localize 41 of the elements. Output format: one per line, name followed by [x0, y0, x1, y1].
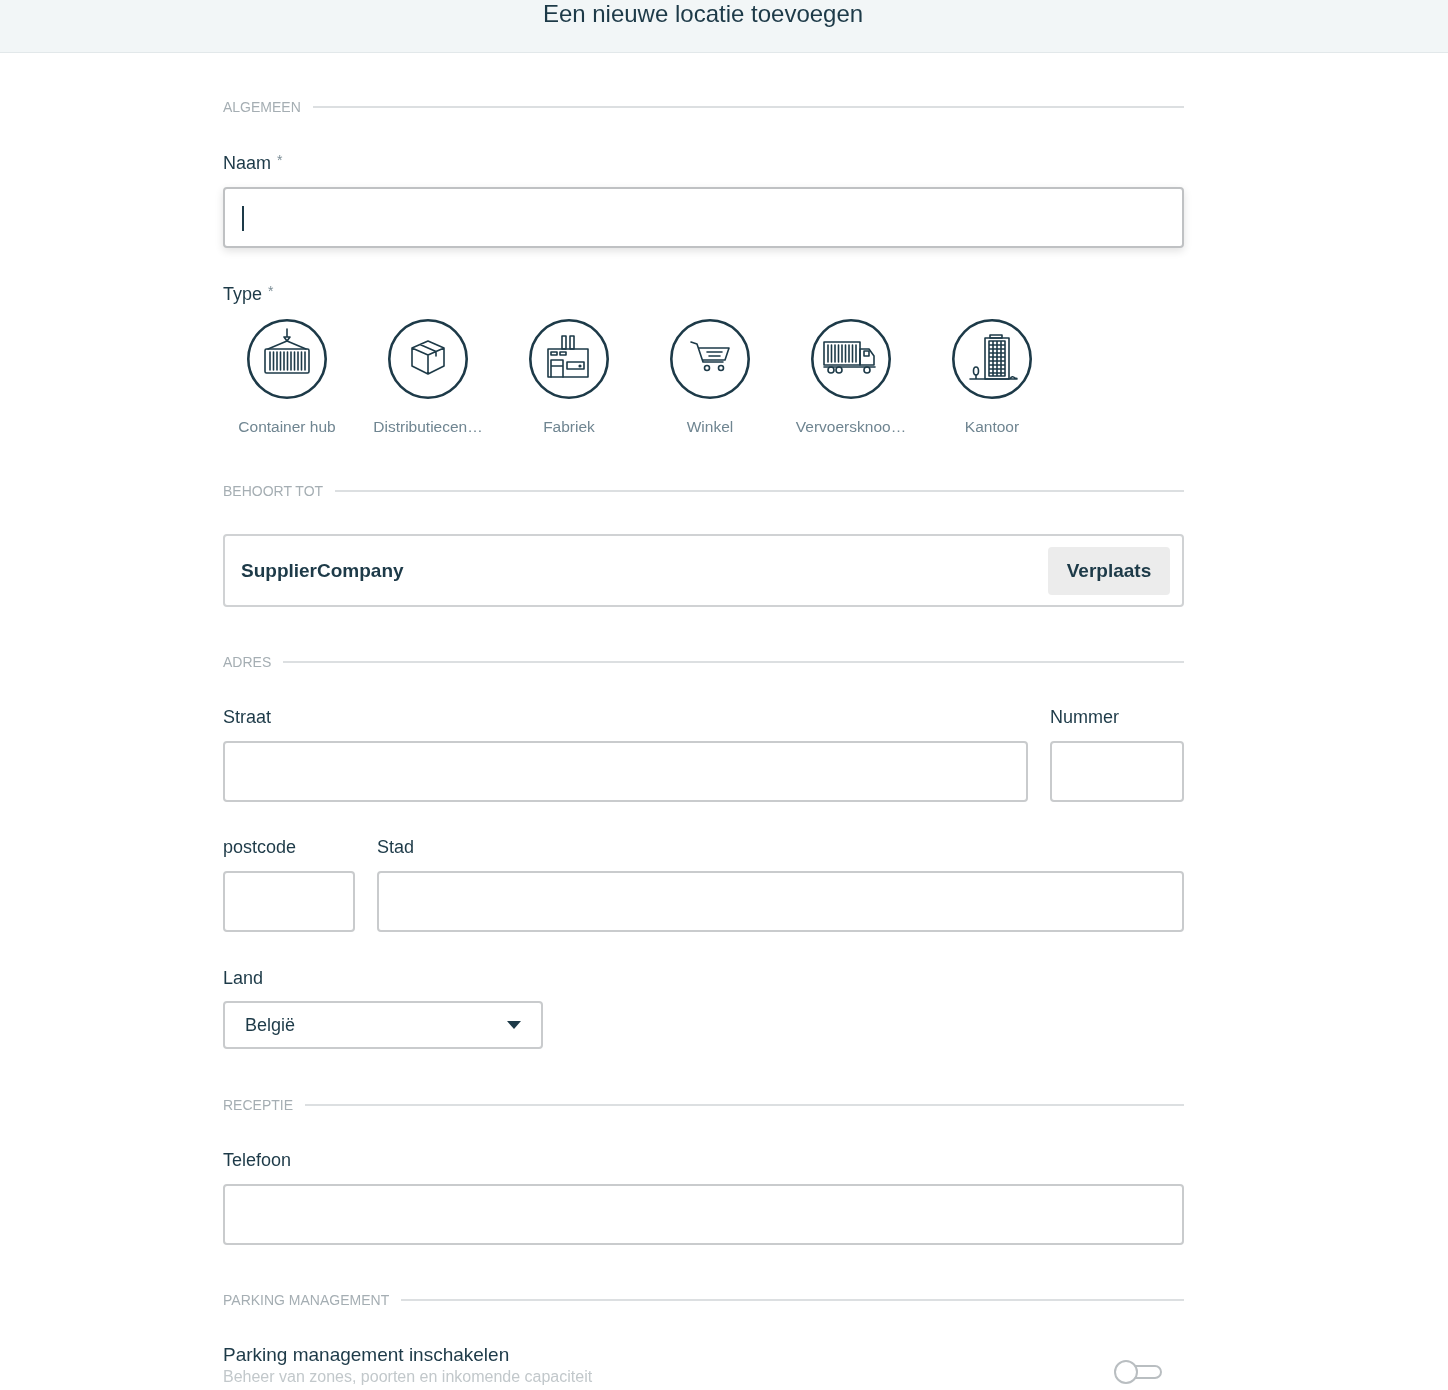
text-field[interactable] [223, 741, 1028, 802]
text-field[interactable] [1050, 741, 1184, 802]
shopping-cart-icon [670, 319, 750, 399]
office-building-icon [952, 319, 1032, 399]
field-label: postcode [223, 836, 297, 858]
type-option[interactable]: Fabriek [505, 319, 633, 438]
shipping-container-icon [247, 319, 327, 399]
phone-field[interactable] [223, 1184, 1184, 1245]
field-label: Type [223, 283, 263, 305]
field-label: Land [223, 967, 264, 989]
toggle-switch[interactable] [1114, 1360, 1162, 1384]
page-title: Een nieuwe locatie toevoegen [542, 0, 864, 28]
field-label: Naam [223, 152, 271, 174]
section-heading: BEHOORT TOT [223, 482, 324, 501]
required-mark: * [268, 283, 274, 299]
name-field[interactable] [223, 187, 1184, 248]
section-heading: ALGEMEEN [223, 98, 301, 117]
text-field[interactable] [377, 871, 1184, 932]
setting-label: Parking management inschakelen [223, 1344, 510, 1366]
text-field[interactable] [223, 871, 355, 932]
country-select[interactable]: België [223, 1001, 543, 1049]
setting-description: Beheer van zones, poorten en inkomende capaciteit [223, 1368, 593, 1386]
type-option[interactable]: Container hub [223, 319, 351, 438]
field-label: Telefoon [223, 1149, 292, 1171]
type-option[interactable]: Vervoersknoo… [787, 319, 915, 438]
company-name: SupplierCompany [241, 559, 404, 582]
required-mark: * [277, 152, 283, 168]
caret-icon [507, 1021, 521, 1029]
field-label: Straat [223, 706, 272, 728]
factory-icon [529, 319, 609, 399]
type-option[interactable]: Kantoor [928, 319, 1056, 438]
section-heading: PARKING MANAGEMENT [223, 1291, 390, 1310]
type-option[interactable]: Distributiecen… [364, 319, 492, 438]
field-label: Stad [377, 836, 415, 858]
section-heading: RECEPTIE [223, 1096, 293, 1115]
field-label: Nummer [1050, 706, 1119, 728]
section-heading: ADRES [223, 653, 272, 672]
type-option[interactable]: Winkel [646, 319, 774, 438]
package-icon [388, 319, 468, 399]
truck-icon [811, 319, 891, 399]
move-button[interactable]: Verplaats [1048, 546, 1170, 595]
